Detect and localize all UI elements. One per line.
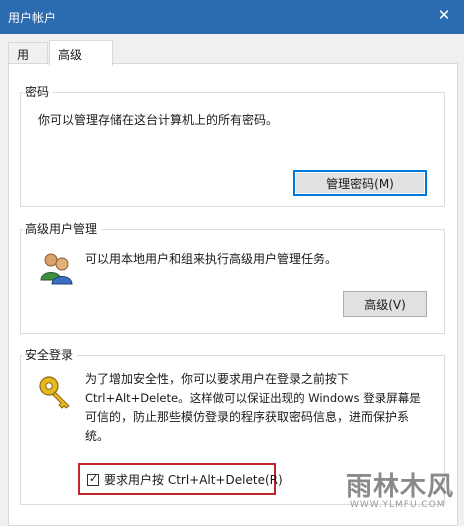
close-icon: ✕ (437, 6, 451, 24)
advanced-button[interactable]: 高级(V) (343, 291, 427, 317)
secure-logon-group-title: 安全登录 (23, 346, 78, 363)
watermark: 雨林木风 WWW.YLMFU.COM (338, 464, 456, 520)
password-group-title: 密码 (23, 83, 54, 100)
advanced-description: 可以用本地用户和组来执行高级用户管理任务。 (85, 252, 338, 266)
users-icon (40, 253, 73, 285)
user-accounts-window: 用户帐户 ✕ 用户 高级 密码 你可以管理存储在这台计算机上的所有密码。 管理密… (0, 0, 464, 526)
password-description: 你可以管理存储在这台计算机上的所有密码。 (38, 113, 279, 127)
require-ctrl-alt-delete-checkbox[interactable]: ✓ (87, 471, 99, 486)
key-icon (39, 376, 70, 409)
secure-logon-line-4: 统。 (85, 429, 110, 443)
tab-users[interactable]: 用户 (8, 42, 48, 79)
advanced-group-title: 高级用户管理 (23, 220, 102, 237)
close-button[interactable]: ✕ (424, 0, 464, 30)
checkmark-icon: ✓ (89, 471, 99, 485)
advanced-button-label: 高级(V) (364, 297, 406, 312)
manage-passwords-label: 管理密码(M) (326, 176, 394, 191)
secure-logon-line-3: 可信的，防止那些模仿登录的程序获取密码信息，进而保护系 (85, 410, 410, 424)
require-ctrl-alt-delete-label: 要求用户按 Ctrl+Alt+Delete(R) (104, 473, 283, 487)
secure-logon-line-2: Ctrl+Alt+Delete。这样做可以保证出现的 Windows 登录屏幕是 (85, 391, 421, 405)
advanced-tab-panel: 密码 你可以管理存储在这台计算机上的所有密码。 管理密码(M) 高级用户管理 可… (8, 63, 458, 526)
watermark-logo: 雨林木风 (346, 472, 455, 502)
advanced-user-management-group (20, 229, 445, 334)
title-bar[interactable]: 用户帐户 ✕ (0, 0, 464, 34)
require-ctrl-alt-delete-checkbox-row[interactable]: ✓ 要求用户按 Ctrl+Alt+Delete(R) (87, 471, 283, 488)
manage-passwords-button[interactable]: 管理密码(M) (293, 170, 427, 196)
secure-logon-line-1: 为了增加安全性，你可以要求用户在登录之前按下 (85, 372, 350, 386)
window-title: 用户帐户 (8, 11, 57, 25)
tab-advanced[interactable]: 高级 (49, 40, 113, 66)
watermark-url: WWW.YLMFU.COM (350, 500, 446, 510)
tab-strip: 用户 高级 (8, 40, 458, 79)
